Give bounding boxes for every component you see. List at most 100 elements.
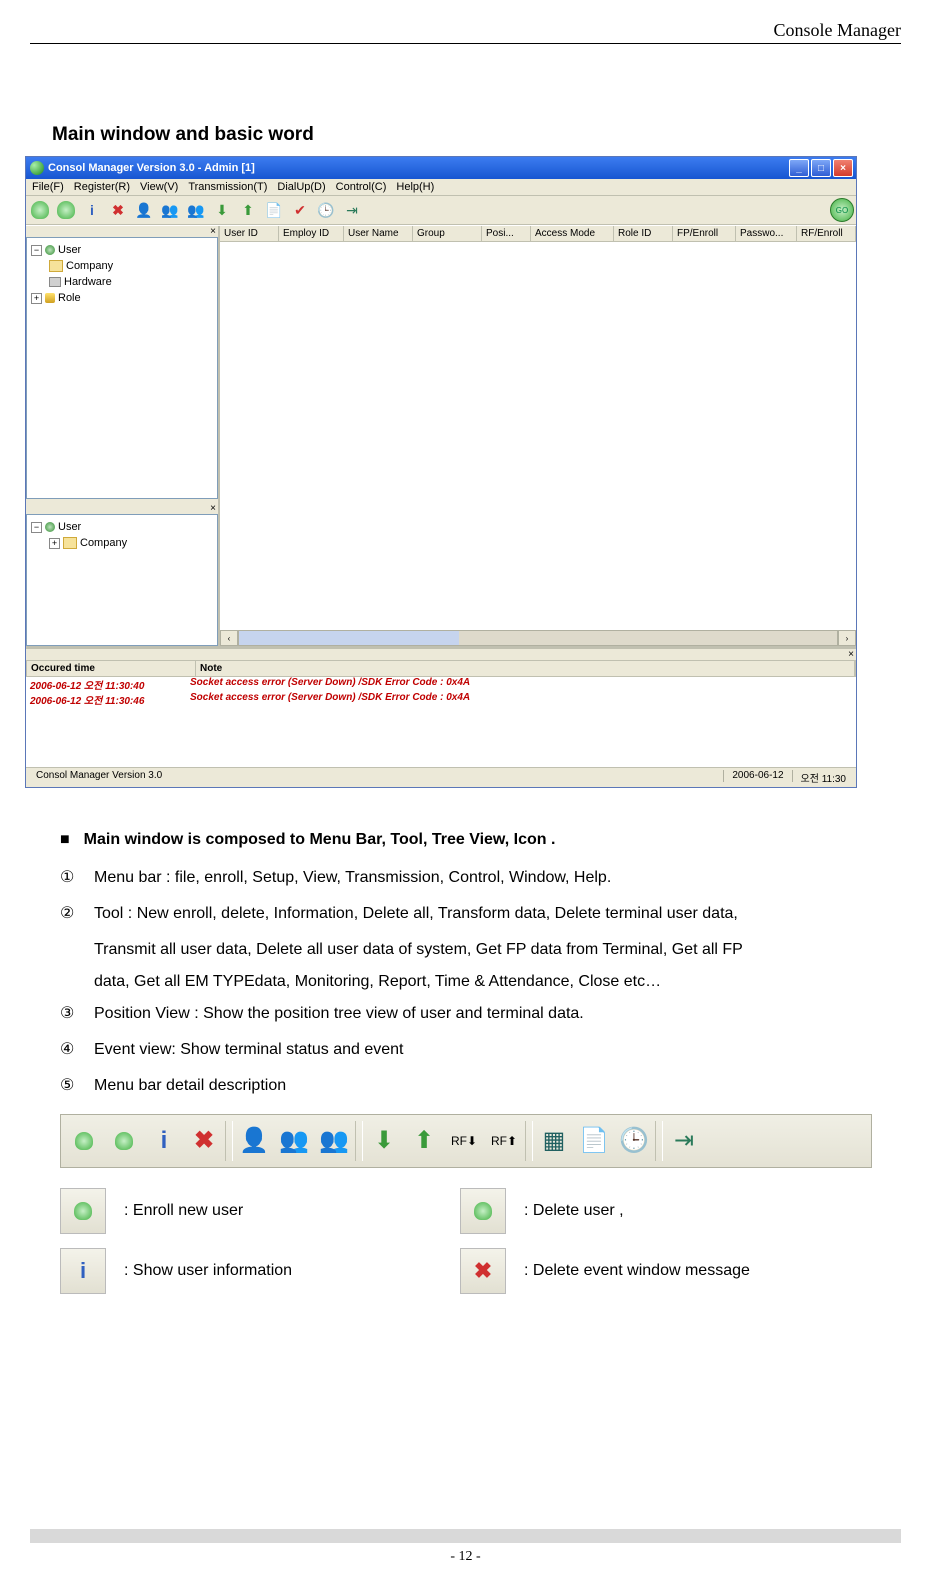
detail-info-icon[interactable]: i (145, 1120, 183, 1162)
toolbar-clock-icon[interactable]: 🕒 (314, 198, 338, 222)
num-2: ② (60, 898, 80, 930)
minimize-button[interactable]: _ (789, 159, 809, 177)
menu-bar: File(F) Register(R) View(V) Transmission… (26, 179, 856, 196)
detail-delete-user-icon[interactable] (105, 1120, 143, 1162)
toolbar-exit-icon[interactable]: ⇥ (340, 198, 364, 222)
event-col-note[interactable]: Note (196, 661, 855, 676)
event-time: 2006-06-12 오전 11:30:40 (26, 677, 190, 692)
col-fpenroll[interactable]: FP/Enroll (673, 226, 736, 241)
status-app: Consol Manager Version 3.0 (28, 770, 170, 785)
tree-pane: × −User Company Hardware +Role × − (26, 226, 220, 646)
event-col-time[interactable]: Occured time (27, 661, 196, 676)
num-4: ④ (60, 1034, 80, 1066)
horizontal-scrollbar[interactable]: ‹ › (220, 630, 856, 646)
detail-exit-icon[interactable]: ⇥ (665, 1120, 703, 1162)
detail-people2-icon[interactable]: 👥 (275, 1120, 313, 1162)
item-2-text: Tool : New enroll, delete, Information, … (94, 898, 738, 930)
col-rfenroll[interactable]: RF/Enroll (797, 226, 856, 241)
tree-company-label: Company (66, 258, 113, 274)
col-group[interactable]: Group (413, 226, 482, 241)
legend-info-icon: i (60, 1248, 106, 1294)
page-number: - 12 - (450, 1549, 480, 1564)
col-position[interactable]: Posi... (482, 226, 531, 241)
tree2-company-label: Company (80, 535, 127, 551)
col-userid[interactable]: User ID (220, 226, 279, 241)
legend-info-text: : Show user information (124, 1252, 292, 1290)
toolbar-download-icon[interactable]: ⬇ (210, 198, 234, 222)
toolbar: i ✖ 👤 👥 👥 ⬇ ⬆ 📄 ✔ 🕒 ⇥ GO (26, 196, 856, 225)
num-1: ① (60, 862, 80, 894)
toolbar-user3-icon[interactable]: 👥 (184, 198, 208, 222)
toolbar-user1-icon[interactable]: 👤 (132, 198, 156, 222)
menu-dialup[interactable]: DialUp(D) (277, 181, 325, 193)
menu-file[interactable]: File(F) (32, 181, 64, 193)
detail-rf1-icon[interactable]: RF⬇ (445, 1120, 483, 1162)
tree-hardware-label: Hardware (64, 274, 112, 290)
col-accessmode[interactable]: Access Mode (531, 226, 614, 241)
tree-user-label: User (58, 242, 81, 258)
col-username[interactable]: User Name (344, 226, 413, 241)
menu-transmission[interactable]: Transmission(T) (188, 181, 267, 193)
tree-view-top[interactable]: −User Company Hardware +Role (26, 237, 218, 499)
tree-role-label: Role (58, 290, 81, 306)
col-password[interactable]: Passwo... (736, 226, 797, 241)
toolbar-delete-all-icon[interactable]: ✖ (106, 198, 130, 222)
scroll-thumb[interactable] (239, 631, 459, 645)
legend-delete-event-text: : Delete event window message (524, 1252, 750, 1290)
detail-people1-icon[interactable]: 👤 (235, 1120, 273, 1162)
scroll-right-icon[interactable]: › (838, 630, 856, 646)
menu-help[interactable]: Help(H) (396, 181, 434, 193)
event-row: 2006-06-12 오전 11:30:40 Socket access err… (26, 677, 856, 692)
detail-rf2-icon[interactable]: RF⬆ (485, 1120, 523, 1162)
num-3: ③ (60, 998, 80, 1030)
col-employid[interactable]: Employ ID (279, 226, 344, 241)
toolbar-info-icon[interactable]: i (80, 198, 104, 222)
grid-body[interactable] (220, 242, 856, 630)
close-button[interactable]: × (833, 159, 853, 177)
tree-view-bottom[interactable]: −User +Company (26, 514, 218, 646)
detail-clock-icon[interactable]: 🕒 (615, 1120, 653, 1162)
event-pane: × Occured time Note 2006-06-12 오전 11:30:… (26, 646, 856, 767)
toolbar-check-icon[interactable]: ✔ (288, 198, 312, 222)
item-4-text: Event view: Show terminal status and eve… (94, 1034, 404, 1066)
grid-header: User ID Employ ID User Name Group Posi..… (220, 226, 856, 242)
legend-delete-user-text: : Delete user , (524, 1192, 624, 1230)
app-window: Consol Manager Version 3.0 - Admin [1] _… (25, 156, 857, 788)
running-header: Console Manager (30, 20, 901, 44)
item-1-text: Menu bar : file, enroll, Setup, View, Tr… (94, 862, 611, 894)
detail-toolbar: i ✖ 👤 👥 👥 ⬇ ⬆ RF⬇ RF⬆ ▦ 📄 🕒 ⇥ (60, 1114, 872, 1168)
menu-control[interactable]: Control(C) (336, 181, 387, 193)
detail-report-icon[interactable]: 📄 (575, 1120, 613, 1162)
toolbar-enroll-icon[interactable] (28, 198, 52, 222)
bullet-text: Main window is composed to Menu Bar, Too… (84, 824, 556, 856)
window-title: Consol Manager Version 3.0 - Admin [1] (48, 162, 255, 174)
maximize-button[interactable]: □ (811, 159, 831, 177)
detail-people3-icon[interactable]: 👥 (315, 1120, 353, 1162)
page-footer: - 12 - (0, 1529, 931, 1565)
icon-legend: : Enroll new user : Delete user , i : Sh… (60, 1188, 901, 1294)
status-date: 2006-06-12 (724, 770, 791, 785)
tree2-close-icon[interactable]: × (210, 503, 216, 514)
detail-enroll-icon[interactable] (65, 1120, 103, 1162)
toolbar-delete-icon[interactable] (54, 198, 78, 222)
toolbar-user2-icon[interactable]: 👥 (158, 198, 182, 222)
legend-delete-event-icon: ✖ (460, 1248, 506, 1294)
detail-up-icon[interactable]: ⬆ (405, 1120, 443, 1162)
menu-register[interactable]: Register(R) (74, 181, 130, 193)
col-roleid[interactable]: Role ID (614, 226, 673, 241)
detail-monitor-icon[interactable]: ▦ (535, 1120, 573, 1162)
event-close-icon[interactable]: × (848, 649, 854, 660)
scroll-left-icon[interactable]: ‹ (220, 630, 238, 646)
detail-delete-event-icon[interactable]: ✖ (185, 1120, 223, 1162)
event-note: Socket access error (Server Down) /SDK E… (190, 692, 470, 707)
toolbar-upload-icon[interactable]: ⬆ (236, 198, 260, 222)
go-badge-icon[interactable]: GO (830, 198, 854, 222)
detail-down-icon[interactable]: ⬇ (365, 1120, 403, 1162)
event-row: 2006-06-12 오전 11:30:46 Socket access err… (26, 692, 856, 707)
section-title: Main window and basic word (52, 124, 901, 146)
tree1-close-icon[interactable]: × (210, 226, 216, 237)
item-3-text: Position View : Show the position tree v… (94, 998, 584, 1030)
menu-view[interactable]: View(V) (140, 181, 178, 193)
toolbar-report-icon[interactable]: 📄 (262, 198, 286, 222)
title-bar: Consol Manager Version 3.0 - Admin [1] _… (26, 157, 856, 179)
